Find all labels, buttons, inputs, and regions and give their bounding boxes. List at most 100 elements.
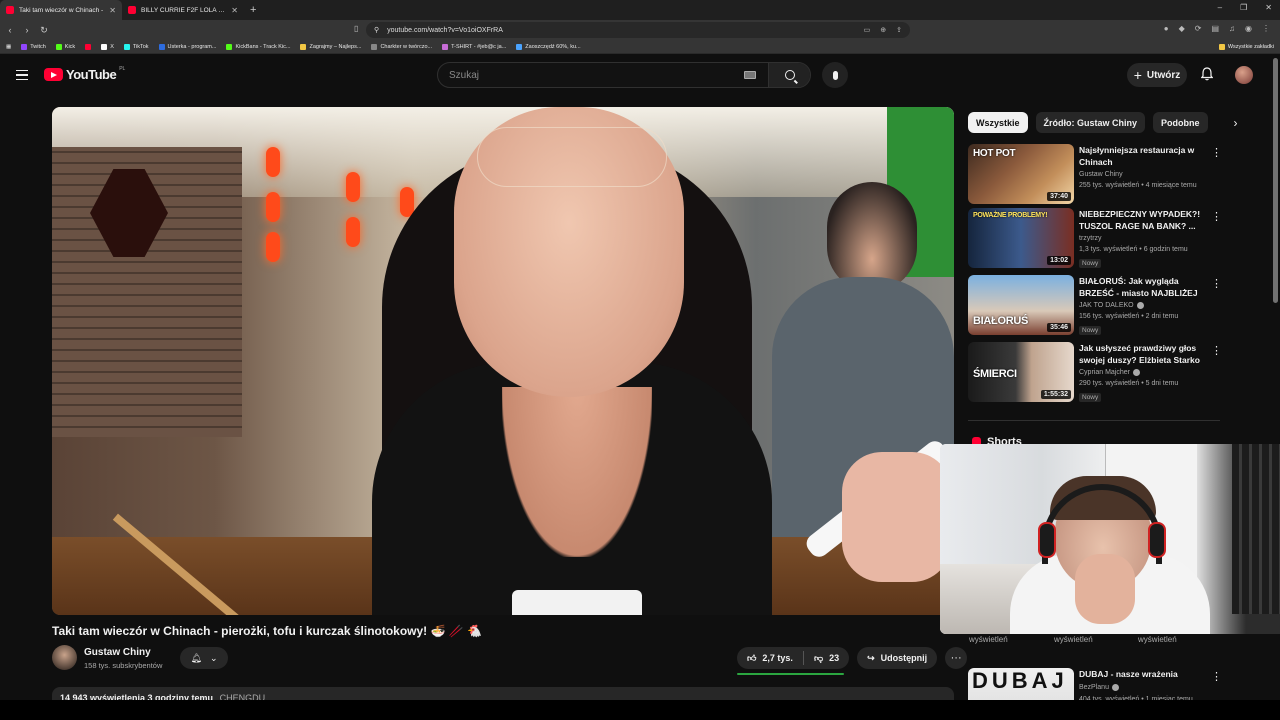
section-divider [968, 420, 1220, 421]
bookmark-x[interactable]: X [101, 43, 114, 50]
new-badge: Nowy [1079, 259, 1102, 268]
sidebar-icon[interactable]: ▤ [1211, 24, 1219, 33]
thumbs-up-icon: 👍︎ [747, 652, 757, 663]
bookmark-tshirt[interactable]: T-SHIRT - #jeb@c ja... [442, 43, 506, 50]
share-arrow-icon: ↪ [867, 652, 875, 663]
recommendation-title[interactable]: Najsłynniejsza restauracja w Chinach [1079, 144, 1205, 168]
bookmark-kickbans[interactable]: KickBans - Track Kic... [226, 43, 290, 50]
recommendation-item[interactable]: POWAŻNE PROBLEMY! 13:02 NIEBEZPIECZNY WY… [968, 208, 1228, 268]
hamburger-menu-icon[interactable] [16, 70, 28, 80]
tab-title: Taki tam wieczór w Chinach - [19, 6, 104, 14]
bookmark-zaoszczedz[interactable]: Zaoszczędź 60%, ku... [516, 43, 581, 50]
streamer-webcam-overlay [940, 444, 1280, 634]
notifications-bell-icon[interactable] [1201, 67, 1213, 81]
page-scrollbar[interactable] [1273, 58, 1278, 303]
bookmark-charkter[interactable]: Charkter w twórczo... [371, 43, 432, 50]
menu-dots-icon[interactable]: ⋮ [1262, 24, 1270, 33]
chip-related[interactable]: Podobne [1153, 112, 1208, 133]
more-options-icon[interactable]: ⋮ [1211, 670, 1222, 683]
search-button[interactable] [768, 63, 810, 87]
bookmark-tiktok[interactable]: TikTok [123, 43, 149, 50]
video-thumbnail[interactable]: POWAŻNE PROBLEMY! 13:02 [968, 208, 1074, 268]
chevron-right-icon[interactable]: › [1234, 116, 1238, 130]
video-thumbnail[interactable]: ŚMIERCI 1:55:32 [968, 342, 1074, 402]
share-button[interactable]: ↪ Udostępnij [857, 647, 938, 669]
bookmark-usterka[interactable]: Usterka - program... [158, 43, 216, 50]
more-options-icon[interactable]: ⋮ [1211, 344, 1222, 357]
more-options-icon[interactable]: ⋮ [1211, 277, 1222, 290]
site-info-icon[interactable]: ⚲ [374, 26, 379, 34]
more-options-icon[interactable]: ⋮ [1211, 210, 1222, 223]
bookmark-zagrajmy[interactable]: Zagrajmy – Najleps... [300, 43, 361, 50]
recommendation-channel[interactable]: trzytrzy [1079, 235, 1102, 242]
more-options-icon[interactable]: ⋮ [1211, 146, 1222, 159]
recommendation-title[interactable]: BIAŁORUŚ: Jak wygląda BRZEŚĆ - miasto NA… [1079, 275, 1205, 299]
forward-arrow-icon[interactable]: › [20, 25, 34, 35]
video-thumbnail[interactable]: BIAŁORUŚ 35:46 [968, 275, 1074, 335]
recommendation-channel[interactable]: Gustaw Chiny [1079, 171, 1123, 178]
create-button[interactable]: + Utwórz [1127, 63, 1187, 87]
zoom-icon[interactable]: ⊕ [880, 26, 886, 34]
recommendation-title[interactable]: NIEBEZPIECZNY WYPADEK?! TUSZOL RAGE NA B… [1079, 208, 1205, 232]
channel-name[interactable]: Gustaw Chiny [84, 647, 151, 658]
chip-all[interactable]: Wszystkie [968, 112, 1028, 133]
video-thumbnail[interactable]: HOT POT 37:40 [968, 144, 1074, 204]
recommendation-channel[interactable]: JAK TO DALEKO [1079, 302, 1144, 309]
keyboard-icon[interactable] [744, 71, 756, 79]
subscriber-count: 158 tys. subskrybentów [84, 661, 163, 670]
browser-tab-bar: Taki tam wieczór w Chinach - ✕ BILLY CUR… [0, 0, 1280, 20]
voice-search-button[interactable] [822, 62, 848, 88]
like-button[interactable]: 👍︎ 2,7 tys. [737, 647, 803, 669]
tab-title: BILLY CURRIE F2F LOLA VOSS | FACE [141, 6, 226, 14]
youtube-icon [85, 43, 92, 50]
dislike-button[interactable]: 👎︎ 23 [804, 647, 849, 669]
cast-icon[interactable]: ▭ [864, 26, 871, 34]
youtube-play-icon [44, 68, 63, 81]
browser-tab[interactable]: BILLY CURRIE F2F LOLA VOSS | FACE ✕ [122, 0, 244, 20]
recommendation-item[interactable]: HOT POT 37:40 Najsłynniejsza restauracja… [968, 144, 1228, 204]
recommendation-chips: Wszystkie Źródło: Gustaw Chiny Podobne › [968, 112, 1238, 133]
bookmark-youtube[interactable] [85, 43, 92, 50]
browser-tab-active[interactable]: Taki tam wieczór w Chinach - ✕ [0, 0, 122, 20]
extension-icon[interactable]: ◆ [1179, 24, 1185, 33]
back-arrow-icon[interactable]: ‹ [3, 25, 17, 35]
bookmark-star-icon[interactable]: ▯ [354, 24, 358, 33]
media-icon[interactable]: ♫ [1229, 24, 1235, 33]
channel-avatar[interactable] [52, 645, 77, 670]
bookmark-twitch[interactable]: Twitch [21, 43, 46, 50]
extension-icon[interactable]: ⟳ [1195, 24, 1202, 33]
recommendation-meta: 290 tys. wyświetleń • 5 dni temu [1079, 380, 1179, 387]
all-bookmarks[interactable]: Wszystkie zakładki [1218, 43, 1274, 50]
thumbnail-caption: BIAŁORUŚ [973, 315, 1029, 327]
close-window-button[interactable]: ✕ [1265, 3, 1272, 12]
recommendation-channel[interactable]: Cyprian Majcher [1079, 369, 1140, 376]
apps-grid-icon[interactable]: ▦ [6, 44, 11, 50]
recommendation-title[interactable]: DUBAJ - nasze wrażenia [1079, 668, 1205, 680]
address-toolbar: ‹ › ↻ ⚲ youtube.com/watch?v=Vo1oiOXFrRA … [0, 20, 1280, 40]
chip-from-channel[interactable]: Źródło: Gustaw Chiny [1035, 112, 1146, 133]
search-box [437, 62, 811, 88]
search-input[interactable] [438, 69, 744, 81]
youtube-logo[interactable]: YouTube PL [44, 66, 125, 82]
bookmark-icon [300, 43, 307, 50]
recommendation-title[interactable]: Jak usłyszeć prawdziwy głos swojej duszy… [1079, 342, 1205, 366]
extension-icon[interactable]: ● [1164, 24, 1169, 33]
recommendation-item[interactable]: BIAŁORUŚ 35:46 BIAŁORUŚ: Jak wygląda BRZ… [968, 275, 1228, 335]
video-player[interactable] [52, 107, 954, 615]
subscription-notifications-button[interactable]: 🔔︎ ⌄ [180, 647, 228, 669]
maximize-button[interactable]: ❐ [1240, 3, 1247, 12]
verified-icon [1132, 369, 1140, 376]
more-actions-button[interactable]: ··· [945, 647, 968, 669]
share-page-icon[interactable]: ⇪ [896, 26, 902, 34]
reload-icon[interactable]: ↻ [37, 25, 51, 36]
minimize-button[interactable]: – [1218, 3, 1222, 12]
close-tab-icon[interactable]: ✕ [109, 6, 116, 15]
url-bar[interactable]: ⚲ youtube.com/watch?v=Vo1oiOXFrRA ▭ ⊕ ⇪ [366, 22, 910, 38]
profile-icon[interactable]: ◉ [1245, 24, 1252, 33]
bookmark-kick[interactable]: Kick [55, 43, 75, 50]
close-tab-icon[interactable]: ✕ [231, 6, 238, 15]
recommendation-item[interactable]: ŚMIERCI 1:55:32 Jak usłyszeć prawdziwy g… [968, 342, 1228, 402]
recommendation-channel[interactable]: BezPlanu [1079, 684, 1119, 691]
account-avatar[interactable] [1235, 66, 1253, 84]
new-tab-button[interactable]: + [250, 4, 256, 16]
